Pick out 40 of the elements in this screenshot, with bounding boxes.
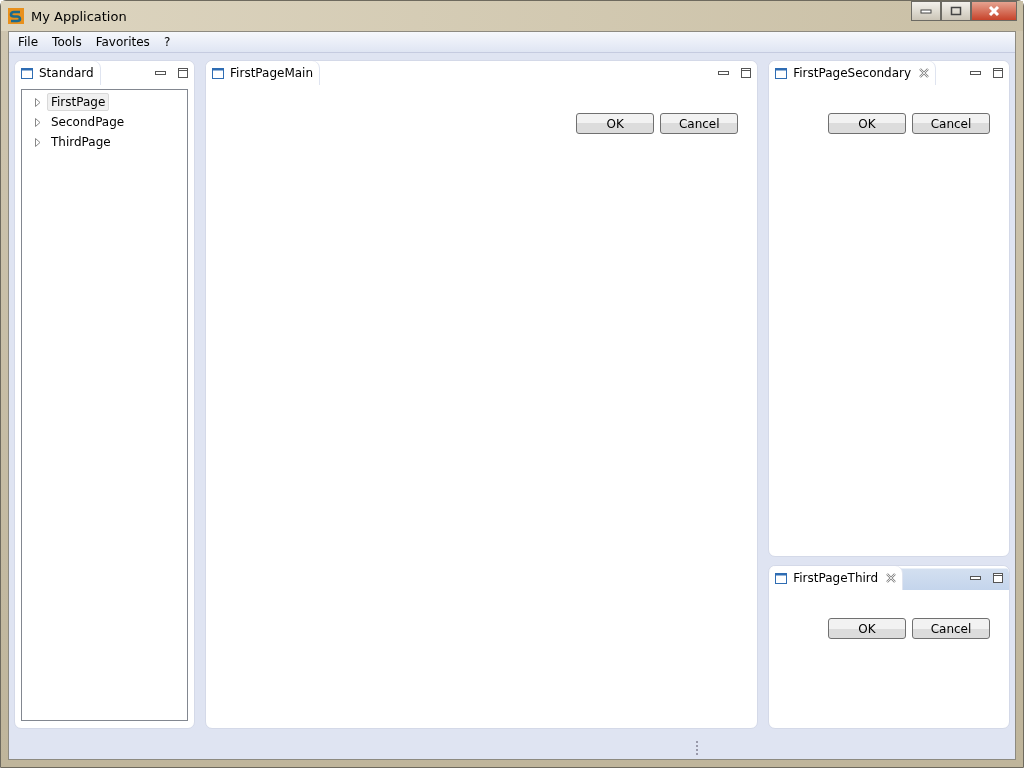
menu-item[interactable]: Favorites — [88, 35, 157, 49]
minimize-icon — [718, 71, 730, 75]
dialog-button[interactable]: OK — [828, 618, 906, 639]
tree-item[interactable]: SecondPage — [47, 113, 129, 131]
view-tab[interactable]: FirstPageThird — [769, 566, 903, 590]
menu-item[interactable]: ? — [156, 35, 178, 49]
dialog-button[interactable]: Cancel — [912, 618, 990, 639]
maximize-icon — [178, 68, 189, 78]
maximize-icon — [993, 573, 1003, 583]
close-icon — [987, 6, 1001, 16]
minimize-icon — [920, 8, 932, 14]
expand-icon[interactable] — [34, 117, 42, 127]
close-icon[interactable] — [919, 68, 930, 78]
maximize-icon — [993, 68, 1003, 78]
view-icon — [212, 67, 225, 79]
dialog-button[interactable]: Cancel — [660, 113, 739, 134]
minimize-button[interactable] — [911, 1, 941, 21]
close-icon[interactable] — [886, 573, 897, 583]
dialog-button[interactable]: OK — [576, 113, 655, 134]
minimize-icon — [970, 576, 981, 580]
close-button[interactable] — [971, 1, 1017, 21]
minimize-icon — [155, 71, 167, 75]
dialog-button[interactable]: Cancel — [912, 113, 990, 134]
expand-icon[interactable] — [34, 137, 42, 147]
view-icon — [775, 572, 788, 584]
dialog-button[interactable]: OK — [828, 113, 906, 134]
minimize-icon — [970, 71, 981, 75]
resize-grip-icon — [695, 740, 699, 756]
window-title: My Application — [31, 8, 127, 24]
expand-icon[interactable] — [34, 97, 42, 107]
app-logo-icon — [8, 8, 24, 24]
tree-item[interactable]: FirstPage — [47, 93, 110, 111]
maximize-icon — [741, 68, 752, 78]
maximize-button[interactable] — [941, 1, 971, 21]
maximize-icon — [950, 6, 962, 16]
menu-item[interactable]: Tools — [45, 35, 89, 49]
menu-item[interactable]: File — [11, 35, 46, 49]
view-icon — [775, 67, 788, 79]
view-icon — [21, 67, 33, 79]
tree-item[interactable]: ThirdPage — [47, 133, 115, 151]
